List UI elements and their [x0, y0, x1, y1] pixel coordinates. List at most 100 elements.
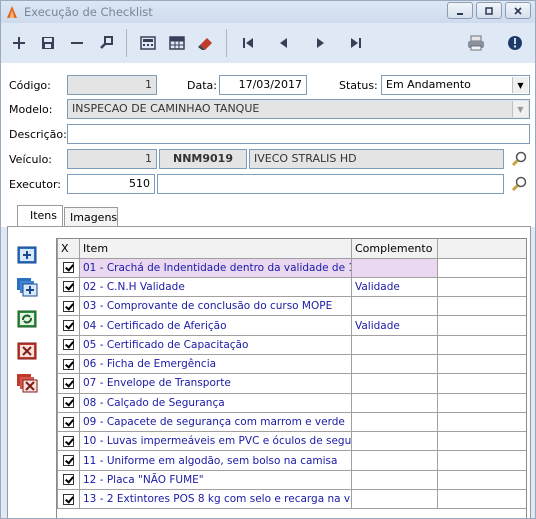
- row-item-cell[interactable]: 10 - Luvas impermeáveis em PVC e óculos …: [79, 431, 352, 452]
- executor-name-field[interactable]: [157, 174, 504, 194]
- veiculo-lookup-button[interactable]: [508, 149, 530, 169]
- row-item-cell[interactable]: 06 - Ficha de Emergência: [79, 353, 352, 375]
- table-row[interactable]: 04 - Certificado de Aferição Validade: [57, 315, 526, 336]
- row-item-cell[interactable]: 01 - Crachá de Indentidade dentro da val…: [79, 257, 352, 278]
- row-checkbox-cell[interactable]: [57, 431, 80, 452]
- save-button[interactable]: [34, 29, 62, 57]
- add-multiple-button[interactable]: [16, 276, 38, 298]
- table-row[interactable]: 13 - 2 Extintores POS 8 kg com selo e re…: [57, 489, 526, 510]
- row-complemento-cell[interactable]: [351, 450, 438, 471]
- table-row[interactable]: 11 - Uniforme em algodão, sem bolso na c…: [57, 450, 526, 471]
- first-record-button[interactable]: [234, 29, 262, 57]
- row-checkbox-cell[interactable]: [57, 315, 80, 336]
- row-complemento-cell[interactable]: [351, 257, 438, 278]
- row-complemento-cell[interactable]: [351, 489, 438, 510]
- checkbox-checked-icon[interactable]: [63, 435, 74, 447]
- table-row[interactable]: 01 - Crachá de Indentidade dentro da val…: [57, 257, 526, 278]
- row-item-cell[interactable]: 13 - 2 Extintores POS 8 kg com selo e re…: [79, 489, 352, 510]
- table-row[interactable]: 08 - Calçado de Segurança: [57, 392, 526, 413]
- executor-id-field[interactable]: 510: [67, 174, 155, 194]
- table-row[interactable]: 06 - Ficha de Emergência: [57, 353, 526, 375]
- add-item-button[interactable]: [16, 244, 38, 266]
- row-item-cell[interactable]: 12 - Placa "NÃO FUME": [79, 469, 352, 491]
- row-checkbox-cell[interactable]: [57, 450, 80, 471]
- row-complemento-cell[interactable]: Validade: [351, 276, 438, 298]
- row-complemento-cell[interactable]: [351, 469, 438, 491]
- table-row[interactable]: 02 - C.N.H Validade Validade: [57, 276, 526, 298]
- remove-record-button[interactable]: [63, 29, 91, 57]
- exit-button[interactable]: [501, 29, 529, 57]
- checkbox-checked-icon[interactable]: [63, 320, 74, 332]
- print-button[interactable]: [462, 29, 490, 57]
- row-item-cell[interactable]: 07 - Envelope de Transporte: [79, 373, 352, 394]
- row-complemento-cell[interactable]: [351, 334, 438, 355]
- grid-view-button[interactable]: [163, 29, 191, 57]
- row-empty-cell: [437, 296, 526, 317]
- new-record-button[interactable]: [5, 29, 33, 57]
- row-checkbox-cell[interactable]: [57, 411, 80, 433]
- row-item-cell[interactable]: 03 - Comprovante de conclusão do curso M…: [79, 296, 352, 317]
- row-checkbox-cell[interactable]: [57, 257, 80, 278]
- maximize-button[interactable]: [476, 2, 502, 19]
- column-header-item[interactable]: Item: [79, 239, 352, 259]
- row-complemento-cell[interactable]: Validade: [351, 315, 438, 336]
- data-field[interactable]: 17/03/2017: [219, 75, 307, 95]
- checkbox-checked-icon[interactable]: [63, 416, 74, 428]
- table-row[interactable]: 10 - Luvas impermeáveis em PVC e óculos …: [57, 431, 526, 452]
- row-checkbox-cell[interactable]: [57, 276, 80, 298]
- checkbox-checked-icon[interactable]: [63, 262, 74, 274]
- close-button[interactable]: [505, 2, 531, 19]
- table-row[interactable]: 03 - Comprovante de conclusão do curso M…: [57, 296, 526, 317]
- minimize-button[interactable]: [447, 2, 473, 19]
- checkbox-checked-icon[interactable]: [63, 455, 74, 467]
- checkbox-checked-icon[interactable]: [63, 474, 74, 486]
- row-item-cell[interactable]: 08 - Calçado de Segurança: [79, 392, 352, 413]
- delete-multiple-button[interactable]: [16, 372, 38, 394]
- checkbox-checked-icon[interactable]: [63, 300, 74, 312]
- tab-itens[interactable]: Itens: [17, 205, 63, 228]
- row-complemento-cell[interactable]: [351, 411, 438, 433]
- row-item-cell[interactable]: 04 - Certificado de Aferição: [79, 315, 352, 336]
- row-checkbox-cell[interactable]: [57, 373, 80, 394]
- next-record-button[interactable]: [306, 29, 334, 57]
- table-row[interactable]: 12 - Placa "NÃO FUME": [57, 469, 526, 491]
- prev-record-button[interactable]: [270, 29, 298, 57]
- row-checkbox-cell[interactable]: [57, 469, 80, 491]
- row-checkbox-cell[interactable]: [57, 489, 80, 510]
- status-dropdown[interactable]: Em Andamento ▼: [381, 75, 530, 95]
- checkbox-checked-icon[interactable]: [63, 377, 74, 389]
- row-empty-cell: [437, 353, 526, 375]
- executor-lookup-button[interactable]: [508, 174, 530, 194]
- row-complemento-cell[interactable]: [351, 392, 438, 413]
- table-row[interactable]: 07 - Envelope de Transporte: [57, 373, 526, 394]
- row-item-cell[interactable]: 02 - C.N.H Validade: [79, 276, 352, 298]
- descricao-field[interactable]: [67, 124, 530, 144]
- refresh-button[interactable]: [16, 308, 38, 330]
- delete-item-button[interactable]: [16, 340, 38, 362]
- row-checkbox-cell[interactable]: [57, 296, 80, 317]
- checkbox-checked-icon[interactable]: [63, 493, 74, 505]
- table-row[interactable]: 05 - Certificado de Capacitação: [57, 334, 526, 355]
- clear-button[interactable]: [192, 29, 220, 57]
- checkbox-checked-icon[interactable]: [63, 397, 74, 409]
- row-complemento-cell[interactable]: [351, 296, 438, 317]
- row-item-cell[interactable]: 09 - Capacete de segurança com marrom e …: [79, 411, 352, 433]
- tab-imagens[interactable]: Imagens: [64, 207, 118, 227]
- row-item-cell[interactable]: 11 - Uniforme em algodão, sem bolso na c…: [79, 450, 352, 471]
- row-item-cell[interactable]: 05 - Certificado de Capacitação: [79, 334, 352, 355]
- calculator-button[interactable]: [134, 29, 162, 57]
- checkbox-checked-icon[interactable]: [63, 358, 74, 370]
- table-row[interactable]: 09 - Capacete de segurança com marrom e …: [57, 411, 526, 433]
- row-checkbox-cell[interactable]: [57, 392, 80, 413]
- row-checkbox-cell[interactable]: [57, 353, 80, 375]
- column-header-x[interactable]: X: [57, 239, 80, 259]
- column-header-complemento[interactable]: Complemento: [351, 239, 438, 259]
- row-complemento-cell[interactable]: [351, 373, 438, 394]
- row-checkbox-cell[interactable]: [57, 334, 80, 355]
- last-record-button[interactable]: [342, 29, 370, 57]
- search-button[interactable]: [92, 29, 120, 57]
- checkbox-checked-icon[interactable]: [63, 281, 74, 293]
- row-complemento-cell[interactable]: [351, 353, 438, 375]
- row-complemento-cell[interactable]: [351, 431, 438, 452]
- checkbox-checked-icon[interactable]: [63, 339, 74, 351]
